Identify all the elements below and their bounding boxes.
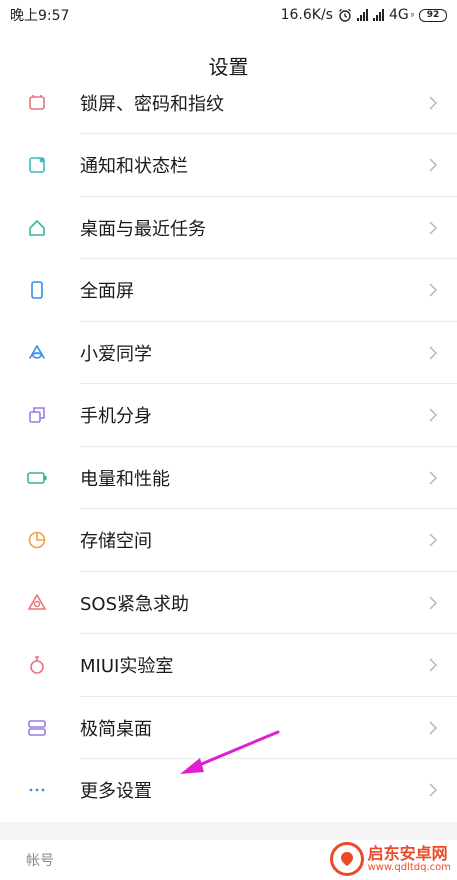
setting-miui-lab[interactable]: MIUI实验室 (0, 634, 457, 697)
setting-label: 桌面与最近任务 (80, 218, 206, 240)
chevron-right-icon (429, 221, 438, 235)
setting-fullscreen[interactable]: 全面屏 (0, 259, 457, 322)
chevron-right-icon (429, 658, 438, 672)
chevron-right-icon (429, 96, 438, 110)
chevron-right-icon (429, 721, 438, 735)
setting-second-space[interactable]: 手机分身 (0, 384, 457, 447)
setting-lock-screen[interactable]: 锁屏、密码和指纹 (0, 72, 457, 134)
network-speed: 16.6K/s (280, 7, 333, 23)
network-type: 4G (388, 7, 409, 23)
chevron-right-icon (429, 346, 438, 360)
setting-label: 电量和性能 (80, 468, 170, 490)
watermark-logo-icon (329, 842, 364, 876)
second-space-icon (26, 404, 48, 426)
sos-icon (26, 592, 48, 614)
battery-level: 92 (426, 10, 440, 20)
setting-label: 手机分身 (80, 406, 152, 428)
status-time: 晚上9:57 (10, 8, 70, 24)
settings-list: 锁屏、密码和指纹 通知和状态栏 桌面与最近任务 全面屏 小爱同学 手机分身 电量… (0, 72, 457, 822)
chevron-right-icon (429, 471, 438, 485)
watermark: 启东安卓网 www.qdltdq.com (329, 842, 451, 876)
setting-label: 通知和状态栏 (80, 156, 188, 178)
status-indicators: 16.6K/s 4G ᵍ 92 (281, 7, 447, 23)
setting-home-screen[interactable]: 桌面与最近任务 (0, 197, 457, 259)
lab-icon (26, 654, 48, 676)
lock-screen-icon (26, 92, 48, 114)
setting-label: 小爱同学 (80, 343, 152, 365)
battery-icon (26, 467, 48, 489)
chevron-right-icon (429, 533, 438, 547)
storage-icon (26, 529, 48, 551)
setting-battery[interactable]: 电量和性能 (0, 447, 457, 509)
notification-icon (26, 154, 48, 176)
chevron-right-icon (429, 783, 438, 797)
setting-label: 全面屏 (80, 281, 134, 303)
setting-sos[interactable]: SOS紧急求助 (0, 572, 457, 634)
watermark-name: 启东安卓网 (367, 843, 448, 863)
minimal-desktop-icon (26, 717, 48, 739)
xiaoai-icon (26, 342, 48, 364)
setting-label: 存储空间 (80, 531, 152, 553)
status-bar: 晚上9:57 16.6K/s 4G ᵍ 92 (0, 0, 457, 30)
signal-strength-1-icon (356, 9, 368, 21)
home-icon (26, 217, 48, 239)
setting-notifications[interactable]: 通知和状态栏 (0, 134, 457, 197)
chevron-right-icon (429, 283, 438, 297)
setting-label: 更多设置 (80, 781, 152, 803)
more-icon (26, 779, 48, 801)
fullscreen-icon (26, 279, 48, 301)
section-divider (0, 822, 457, 840)
battery-icon: 92 (419, 8, 447, 22)
watermark-text: 启东安卓网 www.qdltdq.com (368, 845, 451, 874)
chevron-right-icon (429, 408, 438, 422)
setting-xiaoai[interactable]: 小爱同学 (0, 322, 457, 384)
alarm-icon (339, 8, 351, 22)
setting-label: MIUI实验室 (80, 656, 174, 678)
watermark-url: www.qdltdq.com (367, 862, 451, 874)
setting-label: 极简桌面 (80, 718, 152, 740)
setting-storage[interactable]: 存储空间 (0, 509, 457, 572)
annotation-arrow (180, 730, 280, 774)
chevron-right-icon (429, 596, 438, 610)
section-header-label: 帐号 (26, 853, 54, 869)
network-sub: ᵍ (410, 10, 414, 20)
chevron-right-icon (429, 158, 438, 172)
signal-strength-2-icon (372, 9, 384, 21)
setting-label: SOS紧急求助 (80, 593, 190, 615)
setting-label: 锁屏、密码和指纹 (80, 94, 224, 115)
